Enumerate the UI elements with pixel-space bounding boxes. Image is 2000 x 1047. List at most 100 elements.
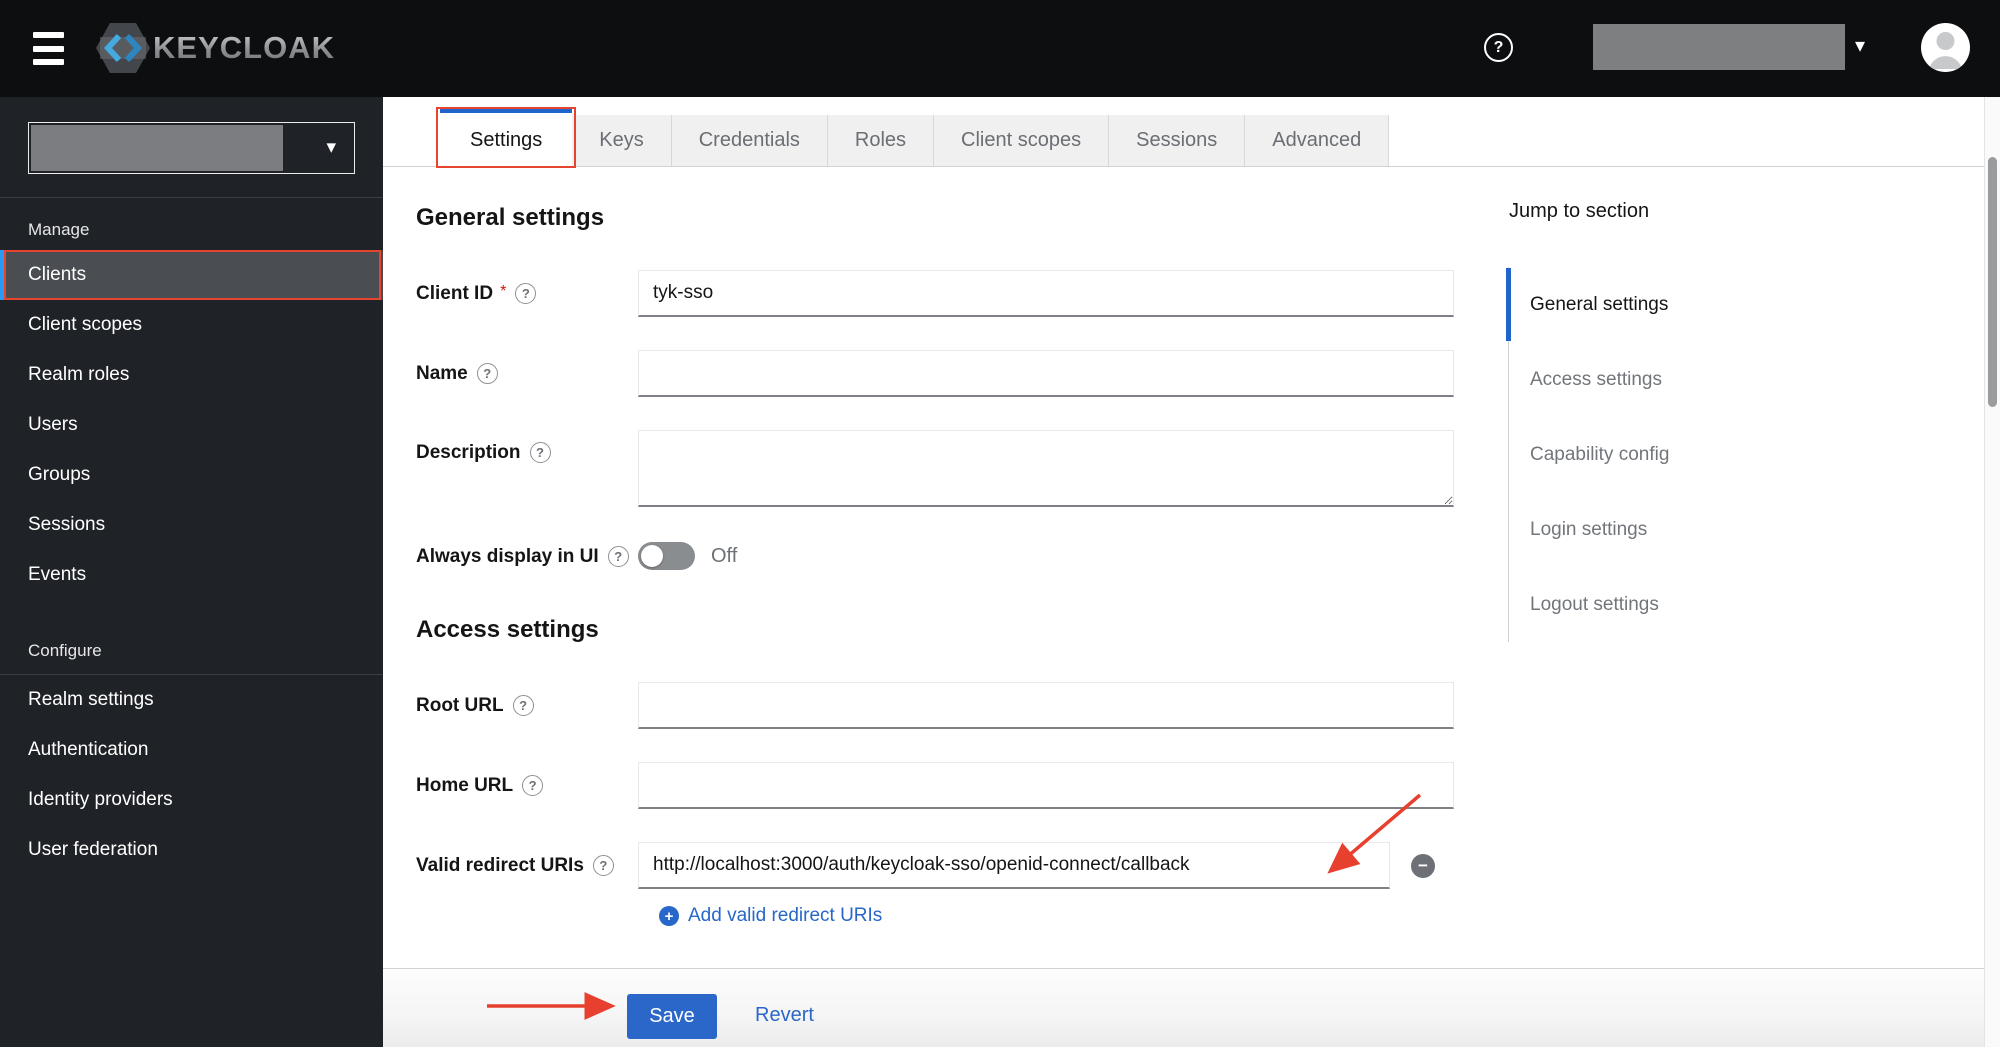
- jump-link-general-settings[interactable]: General settings: [1506, 267, 1778, 342]
- always-display-row: Always display in UI ? Off: [416, 540, 1473, 573]
- sidebar-item-client-scopes[interactable]: Client scopes: [0, 300, 383, 350]
- client-id-row: Client ID * ?: [416, 270, 1473, 317]
- sidebar-item-events[interactable]: Events: [0, 550, 383, 600]
- root-url-row: Root URL ?: [416, 682, 1473, 729]
- sidebar-item-groups[interactable]: Groups: [0, 450, 383, 500]
- revert-link[interactable]: Revert: [755, 1004, 814, 1027]
- name-row: Name ?: [416, 350, 1473, 397]
- valid-redirect-uri-input[interactable]: [638, 842, 1390, 889]
- sidebar-item-label: Users: [28, 414, 78, 435]
- description-label: Description: [416, 442, 521, 463]
- jump-link-logout-settings[interactable]: Logout settings: [1509, 567, 1778, 642]
- client-id-label: Client ID: [416, 282, 494, 304]
- help-icon[interactable]: ?: [1484, 33, 1513, 62]
- scrollbar-track[interactable]: [1984, 97, 2000, 1047]
- general-settings-heading: General settings: [416, 204, 605, 231]
- tab-label: Keys: [599, 129, 644, 151]
- tab-sessions[interactable]: Sessions: [1109, 115, 1246, 166]
- header-right: ? ▾: [1440, 0, 2000, 97]
- realm-selector-block: ▾: [0, 97, 383, 198]
- settings-form: General settings Client ID * ? Name ? D: [383, 167, 1473, 927]
- tab-label: Client scopes: [961, 129, 1082, 151]
- sidebar-item-clients[interactable]: Clients: [0, 250, 383, 300]
- avatar[interactable]: [1921, 23, 1970, 72]
- sidebar-item-identity-providers[interactable]: Identity providers: [0, 775, 383, 825]
- help-icon[interactable]: ?: [529, 442, 551, 463]
- person-icon: [1929, 32, 1962, 69]
- tab-label: Credentials: [698, 129, 800, 151]
- masthead: KEYCLOAK ? ▾: [0, 0, 2000, 97]
- keycloak-admin-console: KEYCLOAK ? ▾ ▾ Manage Clients Client sco…: [0, 0, 2000, 1047]
- help-icon[interactable]: ?: [607, 546, 629, 567]
- scrollbar-thumb[interactable]: [1988, 157, 1997, 407]
- name-label: Name: [416, 362, 468, 384]
- sidebar: ▾ Manage Clients Client scopes Realm rol…: [0, 97, 383, 1047]
- sidebar-item-realm-roles[interactable]: Realm roles: [0, 350, 383, 400]
- add-redirect-uri-label: Add valid redirect URIs: [688, 905, 883, 926]
- toggle-state-label: Off: [711, 545, 738, 567]
- tab-label: Sessions: [1136, 129, 1218, 151]
- jump-link-access-settings[interactable]: Access settings: [1509, 342, 1778, 417]
- sidebar-item-authentication[interactable]: Authentication: [0, 725, 383, 775]
- valid-redirect-uris-row: Valid redirect URIs ? −: [416, 842, 1473, 889]
- sidebar-item-label: Events: [28, 564, 87, 585]
- required-asterisk: *: [500, 282, 507, 300]
- form-action-bar: Save Revert: [383, 968, 2000, 1047]
- sidebar-item-label: Sessions: [28, 514, 106, 535]
- tab-label: Roles: [854, 129, 907, 151]
- tab-label: Advanced: [1272, 129, 1362, 151]
- tab-credentials[interactable]: Credentials: [671, 115, 828, 166]
- sidebar-item-users[interactable]: Users: [0, 400, 383, 450]
- sidebar-item-label: Realm roles: [28, 364, 130, 385]
- jump-link-login-settings[interactable]: Login settings: [1509, 492, 1778, 567]
- help-icon[interactable]: ?: [522, 775, 544, 796]
- jump-to-section-panel: Jump to section General settings Access …: [1506, 200, 1778, 642]
- sidebar-item-label: Identity providers: [28, 789, 173, 810]
- realm-caret-icon: ▾: [326, 137, 336, 158]
- sidebar-item-sessions[interactable]: Sessions: [0, 500, 383, 550]
- client-id-input[interactable]: [638, 270, 1454, 317]
- help-icon[interactable]: ?: [592, 855, 614, 876]
- remove-redirect-uri-button[interactable]: −: [1411, 853, 1435, 878]
- access-settings-heading: Access settings: [416, 616, 599, 643]
- sidebar-item-user-federation[interactable]: User federation: [0, 825, 383, 875]
- realm-selector[interactable]: ▾: [28, 122, 355, 174]
- tab-settings[interactable]: Settings: [436, 107, 577, 168]
- help-icon[interactable]: ?: [476, 363, 498, 384]
- always-display-toggle[interactable]: [638, 542, 695, 570]
- nav-group-configure: Configure: [28, 641, 102, 660]
- minus-icon: −: [1418, 855, 1428, 875]
- add-redirect-uri-link[interactable]: + Add valid redirect URIs: [659, 905, 882, 927]
- root-url-label: Root URL: [416, 694, 504, 716]
- jump-link-capability-config[interactable]: Capability config: [1509, 417, 1778, 492]
- save-button[interactable]: Save: [627, 994, 717, 1039]
- jump-link-label: Logout settings: [1530, 593, 1659, 615]
- jump-link-label: Capability config: [1530, 443, 1670, 465]
- sidebar-item-realm-settings[interactable]: Realm settings: [0, 675, 383, 725]
- valid-redirect-uris-label: Valid redirect URIs: [416, 854, 584, 876]
- tab-roles[interactable]: Roles: [827, 115, 935, 166]
- help-icon[interactable]: ?: [512, 695, 534, 716]
- hamburger-menu-icon[interactable]: [33, 32, 64, 65]
- nav-group-manage: Manage: [28, 220, 90, 239]
- sidebar-item-label: Groups: [28, 464, 91, 485]
- keycloak-hexagon-icon: [96, 23, 150, 73]
- plus-circle-icon: +: [659, 906, 679, 926]
- sidebar-item-label: Realm settings: [28, 689, 154, 710]
- home-url-label: Home URL: [416, 774, 514, 796]
- home-url-input[interactable]: [638, 762, 1454, 809]
- add-redirect-row: + Add valid redirect URIs: [416, 905, 1473, 927]
- client-tabs: Settings Keys Credentials Roles Client s…: [383, 107, 2000, 168]
- tab-advanced[interactable]: Advanced: [1245, 115, 1390, 166]
- sidebar-item-label: Authentication: [28, 739, 149, 760]
- keycloak-logo: KEYCLOAK: [95, 21, 335, 75]
- sidebar-item-label: User federation: [28, 839, 158, 860]
- user-menu-caret-icon[interactable]: ▾: [1855, 33, 1865, 58]
- name-input[interactable]: [638, 350, 1454, 397]
- tab-client-scopes[interactable]: Client scopes: [934, 115, 1110, 166]
- description-row: Description ?: [416, 430, 1473, 507]
- tab-keys[interactable]: Keys: [572, 115, 672, 166]
- help-icon[interactable]: ?: [515, 283, 537, 304]
- root-url-input[interactable]: [638, 682, 1454, 729]
- description-textarea[interactable]: [638, 430, 1454, 507]
